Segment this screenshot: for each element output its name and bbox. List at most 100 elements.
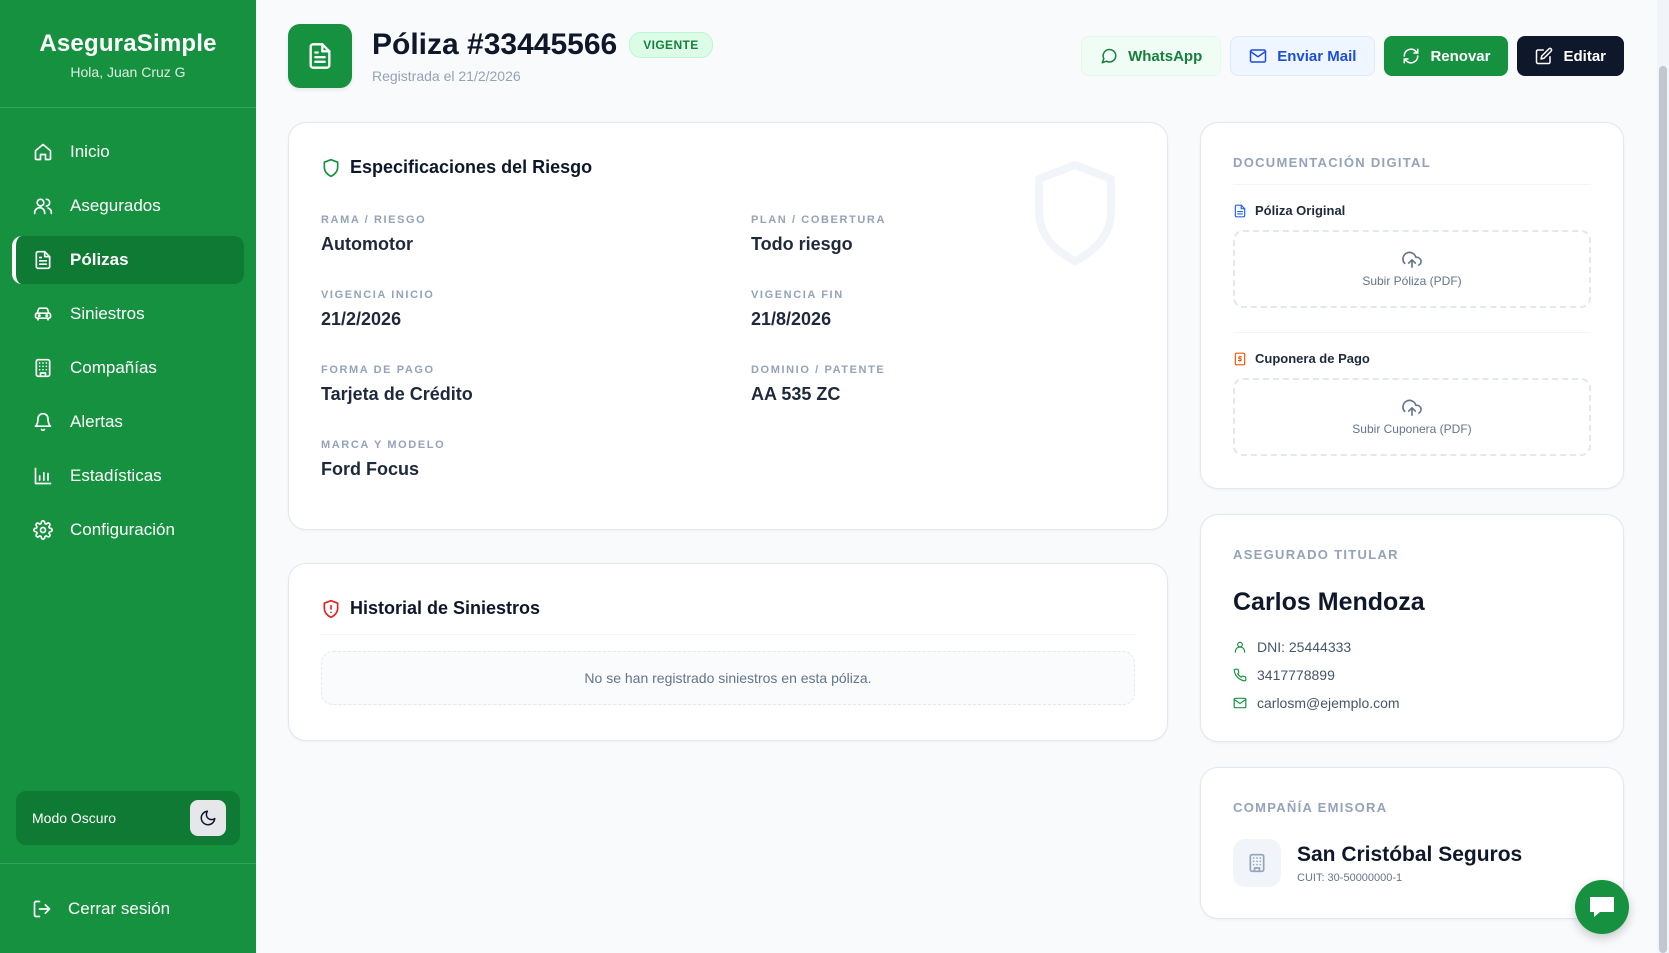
digital-docs-title: DOCUMENTACIÓN DIGITAL [1233, 155, 1431, 170]
sidebar-item-label: Inicio [70, 142, 110, 161]
edit-label: Editar [1563, 47, 1606, 65]
upload-cloud-icon [1402, 398, 1422, 416]
edit-button[interactable]: Editar [1517, 36, 1624, 76]
dark-mode-label: Modo Oscuro [32, 810, 117, 826]
send-mail-label: Enviar Mail [1277, 47, 1357, 65]
dark-mode-toggle-row: Modo Oscuro [16, 791, 240, 845]
logout-button[interactable]: Cerrar sesión [0, 863, 256, 953]
divider [1233, 332, 1591, 333]
edit-icon [1535, 47, 1553, 65]
risk-specs-card: Especificaciones del Riesgo RAMA / RIESG… [288, 122, 1168, 530]
users-icon [32, 195, 54, 217]
status-badge: VIGENTE [629, 32, 713, 58]
gear-icon [32, 519, 54, 541]
policy-badge [288, 24, 352, 88]
chat-button[interactable] [1575, 880, 1629, 934]
spec-label: RAMA / RIESGO [321, 214, 427, 226]
car-icon [32, 303, 54, 325]
spec-field-rama: RAMA / RIESGO Automotor [321, 214, 751, 255]
sidebar-item-asegurados[interactable]: Asegurados [12, 182, 244, 230]
contact-phone[interactable]: 3417778899 [1233, 661, 1591, 689]
claims-empty-state: No se han registrado siniestros en esta … [321, 651, 1135, 705]
home-icon [32, 141, 54, 163]
claims-history-title: Historial de Siniestros [321, 598, 1135, 619]
building-icon [32, 357, 54, 379]
building-icon [1233, 839, 1281, 887]
divider [321, 634, 1135, 635]
sidebar-item-label: Pólizas [70, 250, 129, 269]
policy-holder-name: Carlos Mendoza [1233, 588, 1425, 616]
company-info: San Cristóbal Seguros CUIT: 30-50000000-… [1297, 843, 1522, 884]
sidebar-item-label: Siniestros [70, 304, 145, 323]
digital-docs-card: DOCUMENTACIÓN DIGITAL Póliza Original Su… [1200, 122, 1624, 489]
sidebar-item-siniestros[interactable]: Siniestros [12, 290, 244, 338]
refresh-icon [1402, 47, 1420, 65]
coupon-label: Cuponera de Pago [1233, 351, 1591, 366]
user-greeting: Hola, Juan Cruz G [70, 64, 186, 80]
spec-value: Tarjeta de Crédito [321, 384, 473, 404]
issuing-company-card: COMPAÑÍA EMISORA San Cristóbal Seguros C… [1200, 767, 1624, 919]
chat-icon [1587, 894, 1617, 920]
spec-field-vigencia-fin: VIGENCIA FIN 21/8/2026 [751, 289, 1131, 330]
policy-holder-card: ASEGURADO TITULAR Carlos Mendoza DNI: 25… [1200, 514, 1624, 742]
mail-icon [1233, 696, 1247, 710]
sidebar-item-label: Estadísticas [70, 466, 162, 485]
contact-email[interactable]: carlosm@ejemplo.com [1233, 689, 1591, 717]
sidebar-item-alertas[interactable]: Alertas [12, 398, 244, 446]
logout-icon [32, 899, 52, 919]
coupon-label-text: Cuponera de Pago [1255, 351, 1370, 366]
sidebar-item-companias[interactable]: Compañías [12, 344, 244, 392]
bell-icon [32, 411, 54, 433]
spec-field-marca-modelo: MARCA Y MODELO Ford Focus [321, 439, 751, 480]
renew-button[interactable]: Renovar [1384, 36, 1509, 76]
risk-specs-title: Especificaciones del Riesgo [321, 157, 1135, 178]
send-mail-button[interactable]: Enviar Mail [1230, 36, 1376, 76]
dark-mode-button[interactable] [190, 800, 226, 836]
upload-policy-dropzone[interactable]: Subir Póliza (PDF) [1233, 230, 1591, 308]
spec-label: MARCA Y MODELO [321, 439, 446, 451]
sidebar-item-estadisticas[interactable]: Estadísticas [12, 452, 244, 500]
phone-value: 3417778899 [1257, 667, 1335, 683]
dni-value: DNI: 25444333 [1257, 639, 1352, 655]
page-title: Póliza #33445566 [372, 28, 618, 61]
whatsapp-button[interactable]: WhatsApp [1081, 36, 1222, 76]
upload-policy-label: Subir Póliza (PDF) [1362, 274, 1462, 288]
sidebar-item-label: Configuración [70, 520, 175, 539]
spec-label: VIGENCIA FIN [751, 289, 844, 301]
sidebar-item-label: Compañías [70, 358, 157, 377]
spec-value: 21/2/2026 [321, 309, 402, 329]
shield-watermark-icon [1027, 157, 1123, 274]
claims-history-title-text: Historial de Siniestros [350, 598, 541, 618]
brand-title: AseguraSimple [39, 30, 217, 57]
logout-label: Cerrar sesión [68, 898, 171, 918]
specs-grid: RAMA / RIESGO Automotor PLAN / COBERTURA… [321, 214, 1135, 480]
sidebar-item-label: Alertas [70, 412, 123, 431]
divider [1233, 184, 1591, 185]
spec-label: DOMINIO / PATENTE [751, 364, 886, 376]
page-header: Póliza #33445566 VIGENTE Registrada el 2… [288, 24, 1624, 88]
spec-value: AA 535 ZC [751, 384, 841, 404]
registration-date: Registrada el 21/2/2026 [372, 68, 521, 84]
header-actions: WhatsApp Enviar Mail Renovar Editar [1081, 36, 1624, 76]
issuing-company-title: COMPAÑÍA EMISORA [1233, 800, 1388, 815]
spec-field-forma-pago: FORMA DE PAGO Tarjeta de Crédito [321, 364, 751, 405]
sidebar-item-polizas[interactable]: Pólizas [12, 236, 244, 284]
upload-coupon-label: Subir Cuponera (PDF) [1352, 422, 1472, 436]
sidebar-nav: Inicio Asegurados Pólizas Siniestros Com… [0, 108, 256, 791]
spec-label: FORMA DE PAGO [321, 364, 435, 376]
mail-icon [1249, 47, 1267, 65]
company-row: San Cristóbal Seguros CUIT: 30-50000000-… [1233, 839, 1591, 887]
original-policy-label: Póliza Original [1233, 203, 1591, 218]
spec-value: Automotor [321, 234, 413, 254]
page-scrollbar[interactable] [1657, 0, 1669, 953]
upload-coupon-dropzone[interactable]: Subir Cuponera (PDF) [1233, 378, 1591, 456]
sidebar-item-inicio[interactable]: Inicio [12, 128, 244, 176]
email-value: carlosm@ejemplo.com [1257, 695, 1400, 711]
whatsapp-label: WhatsApp [1128, 47, 1203, 65]
original-policy-label-text: Póliza Original [1255, 203, 1346, 218]
shield-alert-icon [321, 599, 341, 619]
scrollbar-thumb[interactable] [1659, 66, 1667, 953]
sidebar-item-configuracion[interactable]: Configuración [12, 506, 244, 554]
upload-cloud-icon [1402, 250, 1422, 268]
spec-value: Ford Focus [321, 459, 419, 479]
